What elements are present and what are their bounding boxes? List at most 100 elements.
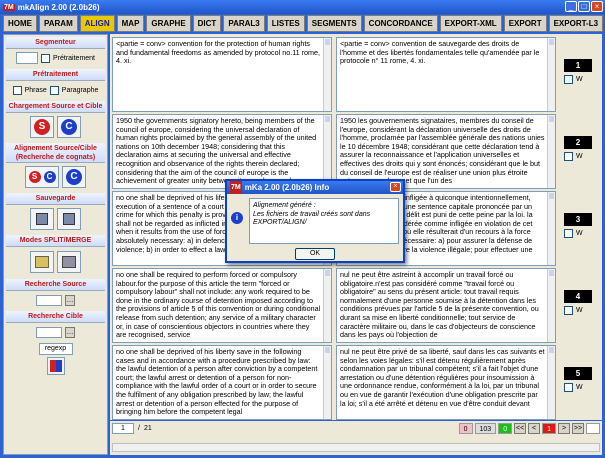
- source-scrollbar[interactable]: [323, 346, 331, 419]
- grid-tool-button[interactable]: [46, 357, 65, 375]
- counter-blank: [586, 423, 600, 434]
- counters: 0 103 0 << < 1 > >>: [458, 423, 600, 434]
- sauvegarde-row: [4, 205, 107, 233]
- target-segment[interactable]: 1950 les gouvernements signataires, memb…: [336, 114, 556, 189]
- target-icon: C: [61, 119, 77, 135]
- recherche-source-heading: Recherche Source: [6, 279, 105, 291]
- alignment-row: 1950 the governments signatory hereto, b…: [112, 114, 600, 189]
- row-w-checkbox[interactable]: [564, 152, 573, 161]
- tab-map[interactable]: MAP: [116, 15, 145, 32]
- tab-concordance[interactable]: CONCORDANCE: [363, 15, 438, 32]
- target-scrollbar[interactable]: [547, 38, 555, 111]
- dialog-message: Alignement généré : Les fichiers de trav…: [249, 198, 399, 244]
- target-scrollbar[interactable]: [547, 346, 555, 419]
- tab-graphe[interactable]: GRAPHE: [146, 15, 191, 32]
- pretraitement-checkbox[interactable]: [40, 53, 50, 63]
- row-w-checkbox[interactable]: [564, 75, 573, 84]
- source-icon: S: [34, 119, 50, 135]
- row-w-checkbox[interactable]: [564, 229, 573, 238]
- close-icon[interactable]: ×: [591, 1, 603, 12]
- row-controls: 5 W: [564, 367, 596, 392]
- counter-red: 1: [542, 423, 556, 434]
- load-source-button[interactable]: S: [30, 116, 54, 138]
- dialog-close-icon[interactable]: ×: [390, 182, 401, 192]
- source-segment[interactable]: no one shall be deprived of his liberty …: [112, 345, 332, 420]
- page-current-input[interactable]: 1: [112, 423, 134, 434]
- row-w-toggle: W: [564, 229, 596, 238]
- window-controls: _ □ ×: [565, 1, 603, 12]
- sidebar: Segmenteur Prétraitement Prétraitement P…: [3, 34, 108, 455]
- search-target-input[interactable]: [36, 326, 62, 338]
- save-target-button[interactable]: [57, 208, 81, 230]
- row-w-label: W: [576, 153, 583, 160]
- window-title: mkAlign 2.00 (2.0b26): [17, 2, 100, 12]
- tab-paral3[interactable]: PARAL3: [223, 15, 265, 32]
- target-segment[interactable]: nul ne peut être astreint à accomplir un…: [336, 268, 556, 343]
- source-segment[interactable]: <partie = conv> convention for the prote…: [112, 37, 332, 112]
- extra-row: [4, 355, 107, 377]
- tab-home[interactable]: HOME: [3, 15, 37, 32]
- dialog-message-line1: Alignement généré :: [253, 202, 316, 209]
- pretraitement-check-label: Prétraitement: [52, 54, 96, 62]
- tab-param[interactable]: PARAM: [39, 15, 78, 32]
- source-scrollbar[interactable]: [323, 115, 331, 188]
- target-segment[interactable]: <partie = conv> convention de sauvegarde…: [336, 37, 556, 112]
- load-target-button[interactable]: C: [57, 116, 81, 138]
- cognates-button[interactable]: C: [62, 166, 86, 188]
- tab-align[interactable]: ALIGN: [79, 15, 115, 32]
- row-controls: 2 W: [564, 136, 596, 161]
- target-scrollbar[interactable]: [547, 192, 555, 265]
- horizontal-scrollbar[interactable]: [112, 443, 600, 452]
- prev-page-button[interactable]: <: [528, 423, 541, 434]
- source-segment[interactable]: 1950 the governments signatory hereto, b…: [112, 114, 332, 189]
- source-scrollbar[interactable]: [323, 269, 331, 342]
- regexp-toggle[interactable]: regexp: [38, 343, 73, 355]
- target-segment[interactable]: nul ne peut être privé de sa liberté, sa…: [336, 345, 556, 420]
- tab-bar: HOME PARAM ALIGN MAP GRAPHE DICT PARAL3 …: [3, 15, 604, 32]
- row-w-checkbox[interactable]: [564, 383, 573, 392]
- search-source-input[interactable]: [36, 294, 62, 306]
- alignement-row: S C C: [4, 163, 107, 191]
- tab-export-l3[interactable]: EXPORT-L3: [548, 15, 604, 32]
- save-source-button[interactable]: [30, 208, 54, 230]
- target-text: <partie = conv> convention de sauvegarde…: [340, 39, 540, 66]
- search-source-button[interactable]: …: [65, 294, 75, 306]
- tab-listes[interactable]: LISTES: [266, 15, 305, 32]
- recherche-cible-row: …: [4, 323, 107, 341]
- row-w-checkbox[interactable]: [564, 306, 573, 315]
- tab-export[interactable]: EXPORT: [503, 15, 547, 32]
- source-scrollbar[interactable]: [323, 38, 331, 111]
- row-w-label: W: [576, 307, 583, 314]
- align-source-target-button[interactable]: S C: [25, 166, 59, 188]
- tab-export-xml[interactable]: EXPORT-XML: [439, 15, 502, 32]
- alignment-row: no one shall be required to perform forc…: [112, 268, 600, 343]
- segmenteur-input[interactable]: [15, 52, 38, 64]
- row-controls: 3 W: [564, 213, 596, 238]
- dialog-body: i Alignement généré : Les fichiers de tr…: [231, 198, 399, 244]
- maximize-icon[interactable]: □: [578, 1, 590, 12]
- phrase-checkbox[interactable]: [12, 85, 22, 95]
- paragraphe-checkbox[interactable]: [49, 85, 59, 95]
- row-w-label: W: [576, 230, 583, 237]
- target-scrollbar[interactable]: [547, 269, 555, 342]
- last-page-button[interactable]: >>: [572, 423, 584, 434]
- target-scrollbar[interactable]: [547, 115, 555, 188]
- ok-button[interactable]: OK: [295, 248, 335, 260]
- align-target-icon: C: [43, 171, 56, 183]
- minimize-icon[interactable]: _: [565, 1, 577, 12]
- search-target-button[interactable]: …: [65, 326, 75, 338]
- row-number: 1: [564, 59, 592, 72]
- source-text: no one shall be deprived of his liberty …: [116, 347, 318, 417]
- source-segment[interactable]: no one shall be required to perform forc…: [112, 268, 332, 343]
- app-logo: 7M: [3, 3, 15, 11]
- tab-segments[interactable]: SEGMENTS: [306, 15, 362, 32]
- modes-heading: Modes SPLIT/MERGE: [6, 235, 105, 247]
- info-dialog: 7M mKa 2.00 (2.0b26) Info × i Alignement…: [225, 179, 405, 263]
- split-mode-button[interactable]: [30, 251, 54, 273]
- segmenteur-row: Prétraitement: [4, 49, 107, 67]
- save-target-icon: [63, 213, 75, 225]
- first-page-button[interactable]: <<: [514, 423, 527, 434]
- next-page-button[interactable]: >: [558, 423, 570, 434]
- tab-dict[interactable]: DICT: [192, 15, 222, 32]
- merge-mode-button[interactable]: [57, 251, 81, 273]
